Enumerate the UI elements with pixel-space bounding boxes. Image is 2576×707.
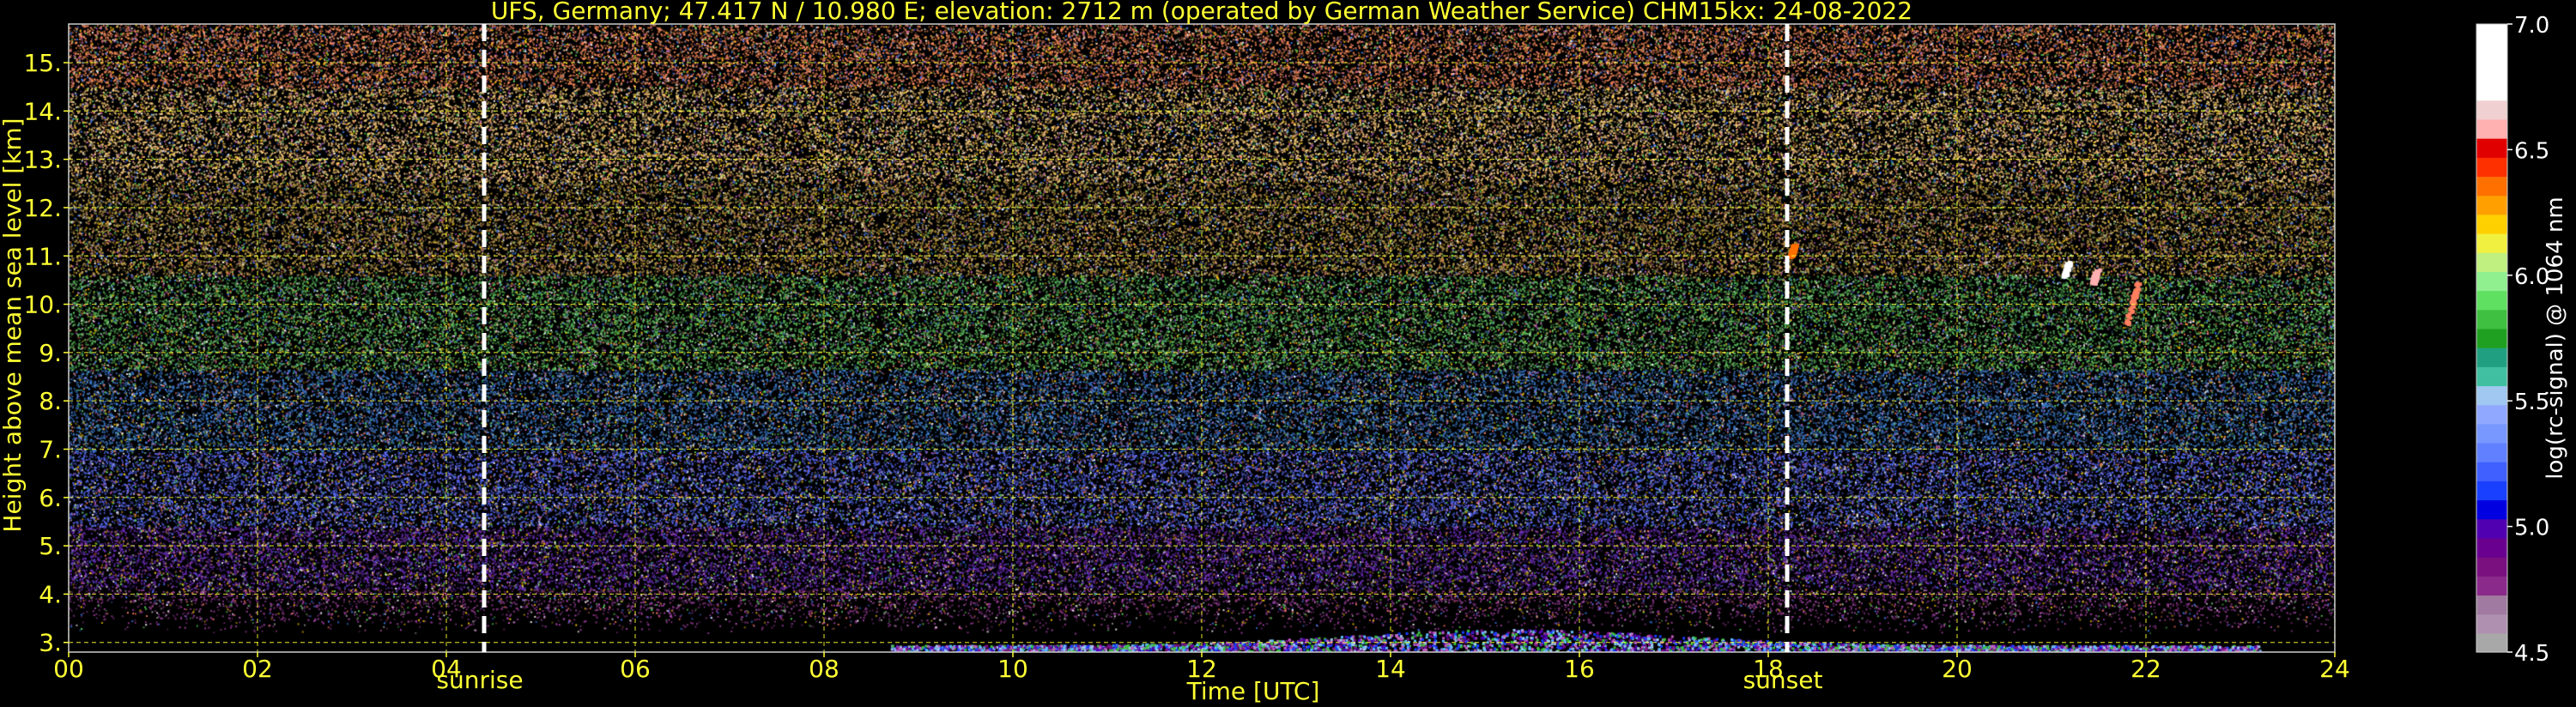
colorbar-segment <box>2476 195 2507 215</box>
colorbar-segment <box>2476 24 2507 44</box>
y-tick-label: 5. <box>39 532 62 560</box>
x-tick-label: 20 <box>1942 655 1973 683</box>
x-tick-label: 00 <box>53 655 84 683</box>
y-tick-label: 9. <box>39 339 62 367</box>
y-tick-label: 10. <box>23 291 62 319</box>
y-tick-label: 7. <box>39 436 62 464</box>
colorbar-segment <box>2476 176 2507 196</box>
colorbar-segment <box>2476 233 2507 253</box>
colorbar-segment <box>2476 252 2507 272</box>
colorbar-tick-label: 5.0 <box>2514 516 2549 541</box>
colorbar-segment <box>2476 62 2507 82</box>
y-tick-label: 8. <box>39 387 62 415</box>
colorbar-label: log(rc-signal) @ 1064 nm <box>2543 196 2568 479</box>
colorbar-segment <box>2476 613 2507 634</box>
colorbar-segment <box>2476 366 2507 387</box>
colorbar-tick-label: 4.5 <box>2514 641 2549 667</box>
colorbar-tick-label: 7.0 <box>2514 13 2549 39</box>
colorbar-segment <box>2476 499 2507 520</box>
colorbar-segment <box>2476 100 2507 120</box>
colorbar-segment <box>2476 557 2507 577</box>
colorbar-segment <box>2476 309 2507 329</box>
x-tick-label: 14 <box>1375 655 1406 683</box>
colorbar-segment <box>2476 43 2507 63</box>
colorbar-segment <box>2476 404 2507 425</box>
y-tick-label: 4. <box>39 580 62 608</box>
x-axis-label: Time [UTC] <box>1186 677 1320 705</box>
colorbar-segment <box>2476 480 2507 501</box>
x-tick-label: 08 <box>809 655 839 683</box>
colorbar-segment <box>2476 443 2507 462</box>
colorbar-segment <box>2476 328 2507 348</box>
colorbar-segment <box>2476 518 2507 539</box>
chart: sunrise sunset00 02 04 06 08 10 12 14 16 18 20 22 243… <box>0 0 2568 705</box>
y-tick-label: 12. <box>23 194 62 222</box>
colorbar-segment <box>2476 537 2507 558</box>
y-tick-label: 13. <box>23 146 62 174</box>
y-tick-label: 6. <box>39 484 62 512</box>
x-tick-label: 16 <box>1564 655 1595 683</box>
colorbar-segment <box>2476 595 2507 615</box>
colorbar-segment <box>2476 138 2507 158</box>
x-tick-label: 24 <box>2319 655 2350 683</box>
y-tick-label: 3. <box>39 629 62 657</box>
colorbar-segment <box>2476 118 2507 139</box>
colorbar-segment <box>2476 81 2507 101</box>
y-tick-label: 11. <box>23 242 62 270</box>
colorbar-segment <box>2476 271 2507 292</box>
y-tick-label: 14. <box>23 97 62 125</box>
colorbar-segment <box>2476 462 2507 481</box>
colorbar-segment <box>2476 347 2507 367</box>
colorbar-segment <box>2476 423 2507 444</box>
x-tick-label: 10 <box>997 655 1028 683</box>
x-tick-label: 18 <box>1753 655 1784 683</box>
chart-title: UFS, Germany; 47.417 N / 10.980 E; eleva… <box>491 0 1912 25</box>
y-axis-label: Height above mean sea level [km] <box>0 118 27 532</box>
x-tick-label: 02 <box>242 655 273 683</box>
colorbar-segment <box>2476 385 2507 406</box>
x-tick-label: 22 <box>2131 655 2161 683</box>
x-tick-label: 04 <box>431 655 462 683</box>
colorbar-segment <box>2476 632 2507 653</box>
colorbar-tick-label: 6.5 <box>2514 138 2549 164</box>
colorbar-segment <box>2476 214 2507 234</box>
colorbar-segment <box>2476 157 2507 178</box>
y-tick-label: 15. <box>23 49 62 77</box>
colorbar-segment <box>2476 576 2507 596</box>
colorbar-segment <box>2476 290 2507 311</box>
x-tick-label: 06 <box>620 655 651 683</box>
